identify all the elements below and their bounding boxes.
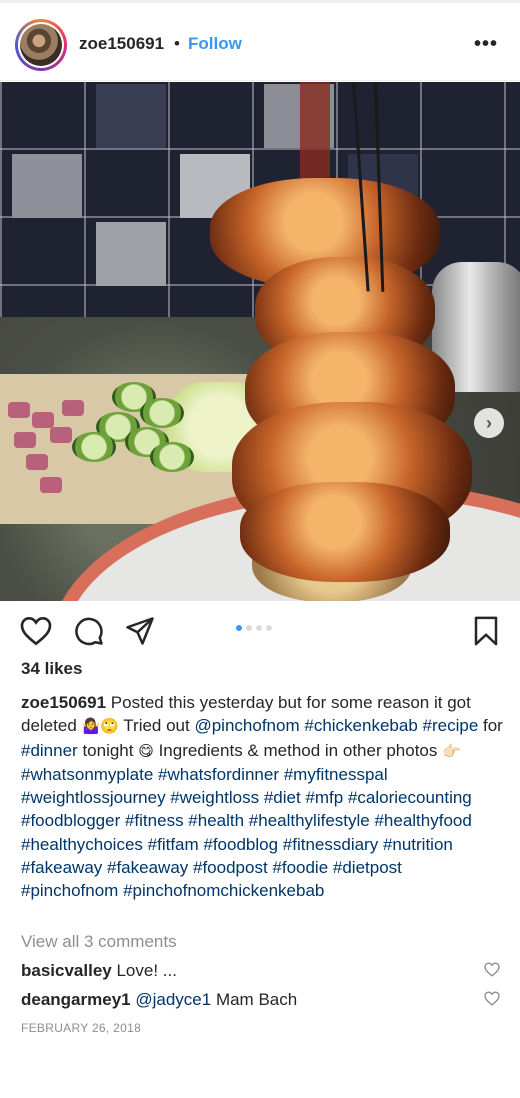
photo-onion <box>40 477 62 493</box>
username-link[interactable]: zoe150691 <box>79 34 164 54</box>
view-all-comments-link[interactable]: View all 3 comments <box>21 932 177 952</box>
heart-icon[interactable] <box>20 616 52 651</box>
comment-username[interactable]: deangarmey1 <box>21 990 131 1009</box>
avatar[interactable] <box>15 19 67 71</box>
follow-button[interactable]: Follow <box>188 34 242 54</box>
comment-heart-icon[interactable] <box>484 991 500 1011</box>
mention-link[interactable]: @jadyce1 <box>135 990 211 1009</box>
likes-count[interactable]: 34 likes <box>21 659 82 679</box>
comment-item: basicvalley Love! ... <box>21 961 177 981</box>
hashtag-links[interactable]: #whatsonmyplate #whatsfordinner #myfitne… <box>21 765 472 900</box>
comment-text: Love! ... <box>111 961 177 980</box>
photo-onion <box>62 400 84 416</box>
carousel-indicator <box>236 625 272 631</box>
separator-dot: • <box>174 34 180 53</box>
post-date[interactable]: FEBRUARY 26, 2018 <box>21 1021 141 1035</box>
bookmark-icon[interactable] <box>473 616 499 651</box>
caption-emoji: 🤷‍♀️🙄 <box>81 717 119 736</box>
caption-text: Ingredients & method in other photos <box>153 740 443 760</box>
photo-cucumber <box>150 442 194 472</box>
hashtag-link[interactable]: #dinner <box>21 741 78 760</box>
carousel-dot <box>236 625 242 631</box>
carousel-dot <box>256 625 262 631</box>
comment-heart-icon[interactable] <box>484 962 500 982</box>
photo-chicken-chunk <box>240 482 450 582</box>
caption-emoji: 😋 <box>138 741 154 760</box>
comment-icon[interactable] <box>74 616 104 651</box>
post-header: zoe150691 • Follow ••• <box>0 3 520 81</box>
comment-text: Mam Bach <box>211 990 298 1009</box>
photo-onion <box>50 427 72 443</box>
action-bar <box>0 602 520 658</box>
photo-onion <box>14 432 36 448</box>
photo-onion <box>26 454 48 470</box>
photo-onion <box>32 412 54 428</box>
caption: zoe150691 Posted this yesterday but for … <box>21 691 503 903</box>
mention-link[interactable]: @pinchofnom <box>194 716 299 735</box>
hashtag-link[interactable]: #chickenkebab <box>304 716 417 735</box>
photo-onion <box>8 402 30 418</box>
carousel-dot <box>246 625 252 631</box>
photo-cucumber <box>140 398 184 428</box>
hashtag-link[interactable]: #recipe <box>423 716 479 735</box>
photo-tile <box>96 222 166 286</box>
share-icon[interactable] <box>124 616 156 651</box>
carousel-dot <box>266 625 272 631</box>
more-icon[interactable]: ••• <box>474 33 498 56</box>
caption-emoji: 👉🏻 <box>442 741 461 760</box>
caption-author[interactable]: zoe150691 <box>21 693 106 712</box>
photo-cucumber <box>72 432 116 462</box>
caption-text: for <box>478 716 503 736</box>
post-photo[interactable]: › <box>0 82 520 601</box>
comment-item: deangarmey1 @jadyce1 Mam Bach <box>21 990 297 1010</box>
photo-tile <box>12 154 82 218</box>
chevron-right-icon[interactable]: › <box>474 408 504 438</box>
caption-text: Tried out <box>118 716 195 736</box>
comment-username[interactable]: basicvalley <box>21 961 112 980</box>
caption-text: tonight <box>77 740 139 760</box>
photo-tile <box>96 84 166 148</box>
